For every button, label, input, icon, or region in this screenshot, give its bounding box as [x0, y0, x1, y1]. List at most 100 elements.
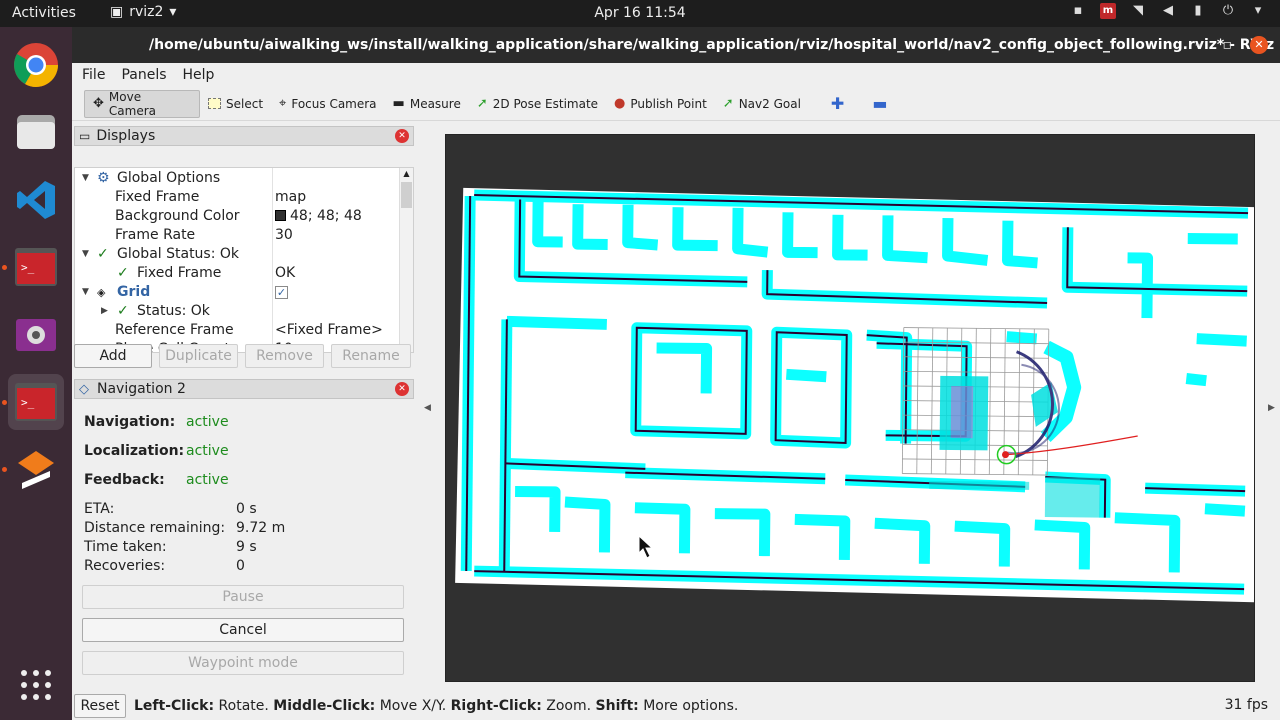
- tree-label: Global Status: Ok: [117, 246, 240, 262]
- camera-icon[interactable]: ▪: [1070, 3, 1086, 19]
- maximize-button[interactable]: ▫: [1223, 27, 1233, 63]
- move-camera-tool[interactable]: ✥ Move Camera: [84, 89, 200, 118]
- tree-row-fixed-frame-status[interactable]: ✓ Fixed Frame OK: [75, 264, 400, 283]
- tree-row-grid-status[interactable]: ▶ ✓ Status: Ok: [75, 302, 400, 321]
- tree-label: Background Color: [115, 208, 240, 224]
- tree-label: Grid: [117, 284, 151, 300]
- focus-camera-tool[interactable]: ⌖ Focus Camera: [271, 90, 385, 118]
- hint-text: Zoom.: [546, 698, 592, 714]
- wifi-icon[interactable]: ◥: [1130, 3, 1146, 19]
- navigation-title: Navigation 2: [97, 381, 186, 397]
- status-bar: Reset Left-Click: Rotate. Middle-Click: …: [72, 692, 1280, 720]
- feedback-value: active: [186, 472, 229, 488]
- localization-value: active: [186, 443, 229, 459]
- chrome-icon[interactable]: [8, 37, 64, 93]
- microphone-icon[interactable]: ▮: [1190, 3, 1206, 19]
- minimize-button[interactable]: –: [1195, 27, 1202, 63]
- tree-row-reference-frame[interactable]: Reference Frame <Fixed Frame>: [75, 321, 400, 340]
- collapse-right-icon[interactable]: ▶: [1268, 403, 1275, 413]
- localization-status-row: Localization: active: [84, 443, 229, 459]
- tree-row-grid[interactable]: ▼ ◈ Grid ✓: [75, 283, 400, 302]
- vscode-icon[interactable]: [8, 172, 64, 228]
- feedback-label: Feedback:: [84, 472, 165, 488]
- menu-file[interactable]: File: [82, 67, 105, 83]
- expand-arrow-icon[interactable]: ▼: [82, 245, 89, 264]
- scroll-thumb[interactable]: [401, 182, 412, 208]
- activities-button[interactable]: Activities: [12, 5, 76, 21]
- app-name: rviz2: [129, 4, 164, 20]
- chevron-down-icon[interactable]: ▾: [1250, 3, 1266, 19]
- render-view[interactable]: [445, 134, 1255, 682]
- nav2-goal-tool[interactable]: ➚ Nav2 Goal: [715, 90, 809, 118]
- add-tool-button[interactable]: ✚: [823, 90, 852, 118]
- terminal-icon[interactable]: >_: [8, 374, 64, 430]
- expand-arrow-icon[interactable]: ▼: [82, 283, 89, 302]
- ruler-icon: ▬: [392, 96, 405, 111]
- app-menu[interactable]: ▣ rviz2 ▾: [110, 4, 176, 20]
- tree-label: Fixed Frame: [137, 265, 222, 281]
- recoveries-value: 0: [236, 558, 245, 574]
- duplicate-display-button[interactable]: Duplicate: [159, 344, 238, 368]
- menu-panels[interactable]: Panels: [121, 67, 166, 83]
- tree-row-global-status[interactable]: ▼ ✓ Global Status: Ok: [75, 245, 400, 264]
- terminal-icon[interactable]: >_: [8, 239, 64, 295]
- expand-arrow-icon[interactable]: ▼: [82, 169, 89, 188]
- expand-arrow-icon[interactable]: ▶: [101, 302, 108, 321]
- hint-text: Rotate.: [218, 698, 269, 714]
- displays-tree: ▼ ⚙ Global Options Fixed Frame map Backg…: [74, 167, 414, 353]
- app-grid-icon[interactable]: [8, 657, 64, 713]
- tree-label: Status: Ok: [137, 303, 210, 319]
- close-panel-icon[interactable]: ✕: [395, 129, 409, 143]
- files-icon[interactable]: [8, 104, 64, 160]
- displays-panel-header[interactable]: ▭ Displays ✕: [74, 126, 414, 146]
- move-icon: ✥: [93, 96, 104, 111]
- tree-row-frame-rate[interactable]: Frame Rate 30: [75, 226, 400, 245]
- distance-row: Distance remaining: 9.72 m: [84, 520, 285, 536]
- plus-icon: ✚: [830, 94, 845, 113]
- grid-enabled-checkbox[interactable]: ✓: [275, 283, 288, 302]
- tree-row-background-color[interactable]: Background Color 48; 48; 48: [75, 207, 400, 226]
- close-button[interactable]: ✕: [1250, 36, 1268, 54]
- pose-estimate-tool[interactable]: ➚ 2D Pose Estimate: [469, 90, 606, 118]
- localization-label: Localization:: [84, 443, 185, 459]
- cancel-button[interactable]: Cancel: [82, 618, 404, 642]
- menu-bar: File Panels Help: [72, 63, 1280, 87]
- tree-value[interactable]: map: [275, 188, 306, 207]
- publish-point-tool[interactable]: ● Publish Point: [606, 90, 715, 118]
- remove-display-button[interactable]: Remove: [245, 344, 324, 368]
- add-display-button[interactable]: Add: [74, 344, 152, 368]
- pause-button[interactable]: Pause: [82, 585, 404, 609]
- video-app-icon[interactable]: [8, 307, 64, 363]
- volume-icon[interactable]: ◀: [1160, 3, 1176, 19]
- reset-button[interactable]: Reset: [74, 694, 126, 718]
- menu-help[interactable]: Help: [183, 67, 215, 83]
- minus-icon: ▬: [872, 94, 888, 113]
- hint-key: Left-Click:: [134, 698, 215, 714]
- tree-value[interactable]: <Fixed Frame>: [275, 321, 383, 340]
- hint-text: Move X/Y.: [379, 698, 447, 714]
- measure-tool[interactable]: ▬ Measure: [385, 90, 469, 118]
- tree-row-global-options[interactable]: ▼ ⚙ Global Options: [75, 169, 400, 188]
- color-value[interactable]: 48; 48; 48: [275, 207, 362, 226]
- collapse-left-icon[interactable]: ◀: [424, 403, 431, 413]
- recorder-icon[interactable]: m: [1100, 3, 1116, 19]
- tree-scrollbar[interactable]: ▲ ▼: [399, 168, 413, 352]
- scroll-up-icon[interactable]: ▲: [400, 168, 413, 180]
- remove-tool-button[interactable]: ▬: [864, 90, 895, 118]
- eta-label: ETA:: [84, 501, 115, 517]
- tree-value[interactable]: 30: [275, 226, 293, 245]
- tree-label: Global Options: [117, 170, 221, 186]
- waypoint-mode-button[interactable]: Waypoint mode: [82, 651, 404, 675]
- rviz-icon[interactable]: [8, 441, 64, 497]
- tree-row-fixed-frame[interactable]: Fixed Frame map: [75, 188, 400, 207]
- rename-display-button[interactable]: Rename: [331, 344, 411, 368]
- window-titlebar[interactable]: /home/ubuntu/aiwalking_ws/install/walkin…: [72, 27, 1280, 63]
- navigation-panel-header[interactable]: ◇ Navigation 2 ✕: [74, 379, 414, 399]
- power-icon[interactable]: ⏻: [1220, 3, 1236, 19]
- navigation-label: Navigation:: [84, 414, 176, 430]
- select-tool[interactable]: Select: [200, 90, 271, 118]
- close-panel-icon[interactable]: ✕: [395, 382, 409, 396]
- running-indicator: [2, 265, 7, 270]
- system-tray[interactable]: ▪ m ◥ ◀ ▮ ⏻ ▾: [1070, 3, 1266, 19]
- publish-point-label: Publish Point: [630, 96, 707, 111]
